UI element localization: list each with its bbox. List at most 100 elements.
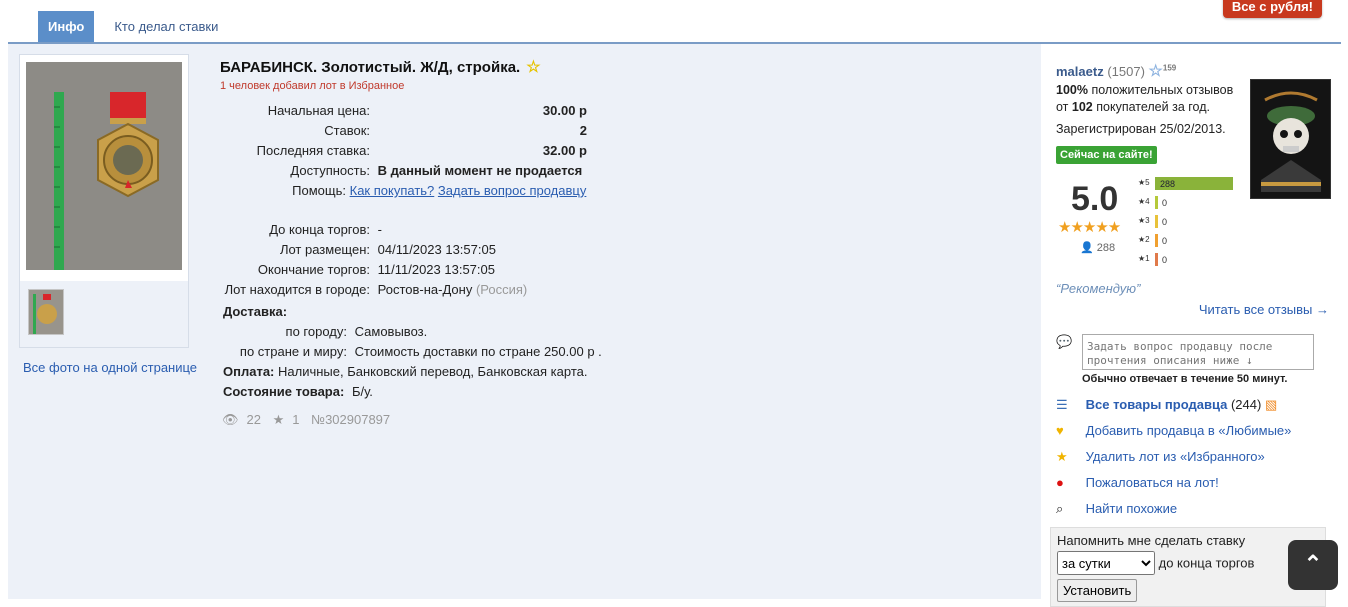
lot-number: №302907897: [311, 412, 391, 427]
chat-bubble-icon: 💬: [1056, 334, 1073, 349]
tab-bar: Инфо Кто делал ставки: [8, 11, 228, 43]
lot-info-panel: Все фото на одной странице БАРАБИНСК. Зо…: [8, 44, 1041, 599]
city-label: Лот находится в городе:: [224, 282, 370, 297]
payment-value: Наличные, Банковский перевод, Банковская…: [278, 364, 588, 379]
help-label: Помощь:: [292, 183, 346, 198]
how-to-buy-link[interactable]: Как покупать?: [350, 183, 435, 198]
seller-name-link[interactable]: malaetz: [1056, 64, 1104, 79]
rating-score: 5.0: [1071, 180, 1119, 218]
rating-bar-fill: [1155, 234, 1158, 247]
all-items-link[interactable]: Все товары продавца: [1086, 397, 1228, 412]
availability-value: В данный момент не продается: [377, 163, 583, 178]
photo-thumbnail[interactable]: [28, 289, 64, 335]
favorite-note: 1 человек добавил лот в Избранное: [220, 80, 405, 92]
rating-bar-count: 0: [1162, 255, 1168, 265]
reminder-title: Напомнить мне сделать ставку: [1057, 533, 1246, 548]
payment-row: Оплата: Наличные, Банковский перевод, Ба…: [223, 364, 587, 379]
all-items-row: ☰ Все товары продавца (244) ▧: [1056, 397, 1277, 413]
seller-sidebar: malaetz (1507) ☆159 100% положительных о…: [1042, 44, 1341, 607]
find-similar-row: ⌕ Найти похожие: [1056, 501, 1177, 517]
complain-link[interactable]: Пожаловаться на лот!: [1086, 475, 1219, 490]
seller-count: (1507): [1107, 64, 1145, 79]
end-label: Окончание торгов:: [257, 262, 370, 277]
reply-time-note: Обычно отвечает в течение 50 минут.: [1082, 373, 1288, 385]
views-icon: 👁: [222, 412, 239, 427]
remove-lot-favorite-link[interactable]: Удалить лот из «Избранного»: [1086, 449, 1265, 464]
all-items-count: (244): [1230, 397, 1262, 412]
rating-count: 👤 288: [1080, 241, 1115, 254]
lot-title: БАРАБИНСК. Золотистый. Ж/Д, стройка. ☆: [220, 57, 541, 77]
tab-bidders[interactable]: Кто делал ставки: [104, 11, 228, 43]
condition-row: Состояние товара: Б/у.: [223, 384, 373, 399]
reminder-suffix: до конца торгов: [1158, 555, 1255, 571]
feedback-line-1: 100% положительных отзывов: [1056, 83, 1233, 97]
end-row: Окончание торгов: 11/11/2023 13:57:05: [216, 262, 495, 277]
start-price-label: Начальная цена:: [267, 103, 370, 118]
rating-stars-icon: ★★★★★: [1058, 219, 1121, 236]
lot-stats: 👁 22 ★ 1 №302907897: [222, 412, 398, 428]
all-photos-link[interactable]: Все фото на одной странице: [23, 360, 197, 375]
tab-info[interactable]: Инфо: [38, 11, 95, 43]
add-seller-favorite-link[interactable]: Добавить продавца в «Любимые»: [1086, 423, 1292, 438]
start-price-value: 30.00 р: [542, 103, 587, 118]
star-icon: ★: [1056, 449, 1068, 464]
seller-header: malaetz (1507) ☆159: [1056, 61, 1176, 81]
recommend-link[interactable]: “Рекомендую”: [1056, 281, 1140, 296]
rating-bar-count: 0: [1162, 236, 1168, 246]
registered-date: Зарегистрирован 25/02/2013.: [1056, 122, 1226, 136]
read-all-reviews-link[interactable]: Читать все отзывы →: [1199, 302, 1329, 317]
feedback-line-2: от 102 покупателей за год.: [1056, 100, 1210, 114]
views-count: 22: [246, 412, 261, 427]
help-row: Помощь: Как покупать? Задать вопрос прод…: [216, 183, 586, 198]
seller-star-icon: ☆: [1148, 63, 1163, 80]
country-value: (Россия): [475, 282, 528, 297]
seller-avatar[interactable]: [1250, 79, 1331, 199]
feedback-buyers-count: 102: [1071, 100, 1093, 114]
rating-bar-fill: [1155, 215, 1158, 228]
favorite-star-icon[interactable]: ☆: [526, 59, 540, 76]
favorites-count: 1: [292, 412, 300, 427]
search-icon: ⌕: [1056, 501, 1064, 516]
start-price-row: Начальная цена: 30.00 р: [216, 103, 587, 118]
bids-row: Ставок: 2: [216, 123, 587, 138]
rating-bar-count: 288: [1160, 179, 1176, 189]
complain-row: ● Пожаловаться на лот!: [1056, 475, 1219, 490]
posted-label: Лот размещен:: [279, 242, 370, 257]
rating-count-value: 288: [1096, 242, 1116, 254]
city-row: Лот находится в городе: Ростов-на-Дону (…: [216, 282, 528, 297]
favorites-star-icon: ★: [272, 412, 285, 427]
rating-bar-count: 0: [1162, 217, 1168, 227]
seller-star-count: 159: [1162, 63, 1177, 73]
reminder-controls: за сутки до конца торгов: [1057, 548, 1319, 575]
add-favorite-row: ♥ Добавить продавца в «Любимые»: [1056, 423, 1291, 438]
delivery-city-value: Самовывоз.: [354, 324, 428, 339]
ends-in-row: До конца торгов: -: [216, 222, 382, 237]
find-similar-link[interactable]: Найти похожие: [1086, 501, 1177, 516]
ends-in-value: -: [377, 222, 382, 237]
payment-label: Оплата:: [223, 364, 275, 379]
end-value: 11/11/2023 13:57:05: [377, 262, 495, 277]
list-icon: ☰: [1056, 397, 1068, 412]
last-bid-label: Последняя ставка:: [256, 143, 370, 158]
feedback-percent: 100%: [1056, 83, 1088, 97]
scroll-to-top-button[interactable]: ⌃: [1288, 540, 1338, 590]
main-photo[interactable]: [26, 62, 182, 270]
online-badge: Сейчас на сайте!: [1056, 146, 1157, 164]
promo-button[interactable]: Все с рубля!: [1222, 0, 1322, 18]
rss-icon[interactable]: ▧: [1265, 397, 1277, 412]
delivery-city-label: по городу:: [285, 324, 347, 339]
ask-seller-link[interactable]: Задать вопрос продавцу: [438, 183, 586, 198]
last-bid-value: 32.00 р: [542, 143, 587, 158]
ask-seller-input[interactable]: [1082, 334, 1314, 370]
delivery-country-label: по стране и миру:: [239, 344, 347, 359]
delivery-country-value: Стоимость доставки по стране 250.00 р .: [354, 344, 602, 359]
user-icon: 👤: [1080, 242, 1094, 254]
rating-bar-star-label: ★2: [1138, 235, 1150, 244]
reminder-select[interactable]: за сутки: [1057, 551, 1155, 575]
remove-lot-row: ★ Удалить лот из «Избранного»: [1056, 449, 1265, 465]
rating-bar-fill: [1155, 196, 1158, 209]
rating-bar-star-label: ★3: [1138, 216, 1150, 225]
city-value: Ростов-на-Дону: [377, 282, 473, 297]
thumbnail-strip: [20, 281, 188, 347]
availability-label: Доступность:: [290, 163, 370, 178]
